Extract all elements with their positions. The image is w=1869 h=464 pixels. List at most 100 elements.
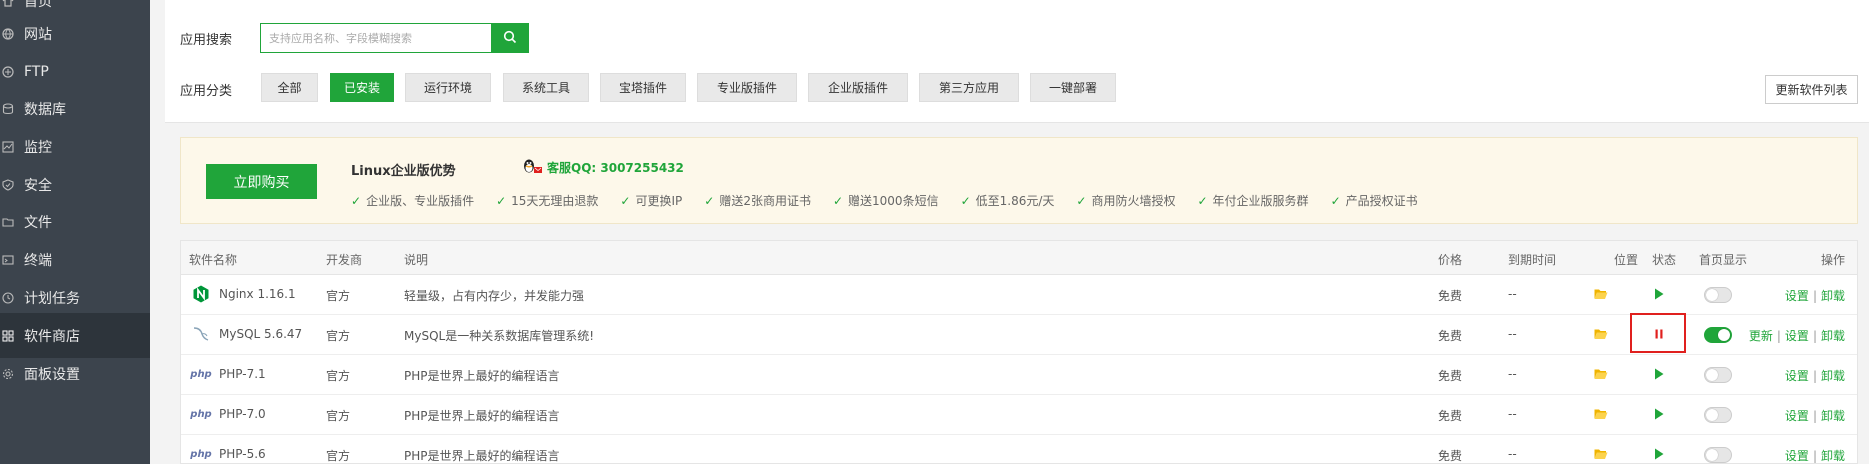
developer: 官方 [326,289,351,303]
pause-icon[interactable] [1654,328,1664,343]
feature-item: ✓ 企业版、专业版插件 [351,192,474,209]
category-third-party[interactable]: 第三方应用 [919,73,1019,102]
settings-link[interactable]: 设置 [1785,289,1809,303]
customer-service-qq[interactable]: 客服QQ: 3007255432 [521,158,684,176]
category-all[interactable]: 全部 [261,73,318,102]
main-content: 应用搜索 应用分类 全部 已安装 运行环境 系统工具 宝塔插件 专业版插件 企业… [165,0,1869,464]
table-row: Nginx 1.16.1 官方 轻量级，占有内存少，并发能力强 免费 -- 设置… [181,275,1857,315]
category-enterprise-plugins[interactable]: 企业版插件 [808,73,908,102]
search-label: 应用搜索 [180,33,233,48]
uninstall-link[interactable]: 卸载 [1821,409,1845,423]
sidebar-item-label: 监控 [24,139,52,156]
play-icon[interactable] [1654,408,1664,423]
sidebar-item-label: 数据库 [24,101,66,118]
feature-item: ✓ 可更换IP [620,192,682,209]
software-name-cell: php PHP-7.0 [190,405,265,423]
software-name: PHP-7.1 [219,367,266,381]
row-operations: 设置 | 卸载 [1785,407,1845,424]
check-icon: ✓ [496,193,507,208]
uninstall-link[interactable]: 卸载 [1821,369,1845,383]
expire-time: -- [1508,447,1517,461]
table-row: MySQL 5.6.47 官方 MySQL是一种关系数据库管理系统! 免费 --… [181,313,1857,355]
home-display-toggle[interactable] [1704,447,1732,463]
home-icon [0,0,16,9]
monitor-icon [0,139,16,155]
row-operations: 设置 | 卸载 [1785,287,1845,304]
folder-icon [0,214,16,230]
feature-text: 商用防火墙授权 [1091,194,1176,208]
expire-time: -- [1508,327,1517,341]
sidebar-item-label: 面板设置 [24,366,80,383]
separator: | [1812,409,1817,423]
header-expire: 到期时间 [1508,253,1557,267]
clock-icon [0,290,16,306]
sidebar-item-label: 计划任务 [24,290,80,307]
home-display-toggle[interactable] [1704,327,1732,343]
separator: | [1812,449,1817,463]
search-button[interactable] [491,23,529,53]
grid-icon [0,328,16,344]
php-icon: php [190,368,212,380]
feature-text: 赠送1000条短信 [848,194,939,208]
table-header: 软件名称 开发商 说明 价格 到期时间 位置 状态 首页显示 操作 [181,241,1857,275]
feature-item: ✓ 赠送1000条短信 [833,192,939,209]
buy-now-button[interactable]: 立即购买 [206,164,317,199]
feature-item: ✓ 15天无理由退款 [496,192,598,209]
open-folder-icon[interactable] [1594,408,1608,423]
sidebar-item-label: 终端 [24,252,52,269]
settings-link[interactable]: 设置 [1785,409,1809,423]
developer: 官方 [326,409,351,423]
category-one-click-deploy[interactable]: 一键部署 [1030,73,1116,102]
toggle-knob [1706,369,1718,381]
home-display-toggle[interactable] [1704,287,1732,303]
check-icon: ✓ [704,193,715,208]
developer: 官方 [326,449,351,463]
check-icon: ✓ [1076,193,1087,208]
enterprise-promo-banner: 立即购买 Linux企业版优势 客服QQ: 3007255432 ✓ 企业版、专业… [180,137,1858,224]
price: 免费 [1438,369,1463,383]
update-link[interactable]: 更新 [1749,329,1773,343]
play-icon[interactable] [1654,288,1664,303]
refresh-software-list-button[interactable]: 更新软件列表 [1765,75,1858,104]
open-folder-icon[interactable] [1594,448,1608,463]
category-pro-plugins[interactable]: 专业版插件 [697,73,797,102]
settings-link[interactable]: 设置 [1785,449,1809,463]
row-operations: 设置 | 卸载 [1785,367,1845,384]
feature-item: ✓ 年付企业版服务群 [1197,192,1308,209]
description: PHP是世界上最好的编程语言 [404,409,560,423]
settings-link[interactable]: 设置 [1785,369,1809,383]
row-operations: 更新 | 设置 | 卸载 [1749,327,1845,344]
category-bt-plugins[interactable]: 宝塔插件 [600,73,686,102]
category-runtime[interactable]: 运行环境 [405,73,491,102]
check-icon: ✓ [960,193,971,208]
home-display-toggle[interactable] [1704,407,1732,423]
sidebar-item-label: 软件商店 [24,328,80,345]
software-name-cell: php PHP-5.6 [190,445,265,463]
play-icon[interactable] [1654,448,1664,463]
open-folder-icon[interactable] [1594,368,1608,383]
search-input[interactable] [260,23,491,53]
uninstall-link[interactable]: 卸载 [1821,329,1845,343]
sidebar: 首页 网站 FTP 数据库 监控 安全 文件 终端 计划任务 软件商店 面板设置 [0,0,150,464]
php-icon: php [190,448,212,460]
header-price: 价格 [1438,253,1463,267]
software-table: 软件名称 开发商 说明 价格 到期时间 位置 状态 首页显示 操作 Nginx … [180,240,1858,464]
price: 免费 [1438,329,1463,343]
settings-link[interactable]: 设置 [1785,329,1809,343]
price: 免费 [1438,409,1463,423]
check-icon: ✓ [620,193,631,208]
open-folder-icon[interactable] [1594,328,1608,343]
category-system-tools[interactable]: 系统工具 [503,73,589,102]
separator: | [1812,329,1817,343]
open-folder-icon[interactable] [1594,288,1608,303]
promo-features: ✓ 企业版、专业版插件 ✓ 15天无理由退款 ✓ 可更换IP ✓ 赠送2张商用证书 ✓ 赠… [351,192,1440,209]
home-display-toggle[interactable] [1704,367,1732,383]
uninstall-link[interactable]: 卸载 [1821,289,1845,303]
sidebar-item-panel-settings[interactable]: 面板设置 [0,351,150,396]
category-installed[interactable]: 已安装 [330,73,394,102]
qq-number: 客服QQ: 3007255432 [547,160,684,175]
category-label: 应用分类 [180,84,233,99]
uninstall-link[interactable]: 卸载 [1821,449,1845,463]
table-row: php PHP-7.0 官方 PHP是世界上最好的编程语言 免费 -- 设置 | 卸… [181,395,1857,435]
play-icon[interactable] [1654,368,1664,383]
